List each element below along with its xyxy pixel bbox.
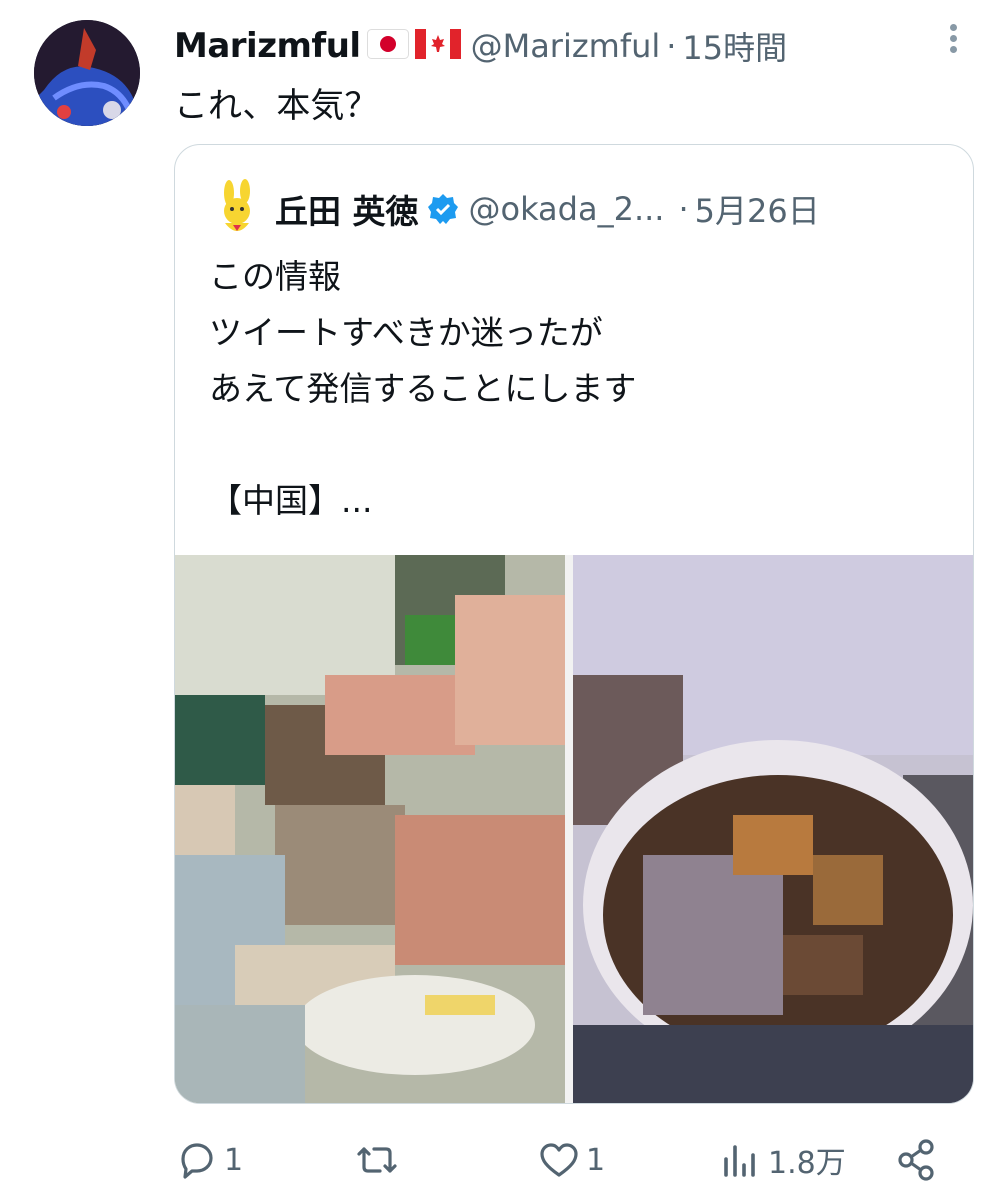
quoted-author-handle[interactable]: @okada_2...	[469, 190, 665, 228]
reply-icon	[181, 1143, 213, 1179]
quoted-text-line	[209, 417, 949, 473]
media-image-right[interactable]	[573, 555, 973, 1103]
action-bar: 1 1 1.8万	[174, 1130, 974, 1190]
quoted-author-avatar[interactable]	[215, 179, 261, 239]
media-image-left[interactable]	[175, 555, 565, 1103]
author-handle[interactable]: @Marizmful	[471, 27, 661, 65]
quoted-text-line: ツイートすべきか迷ったが	[209, 313, 603, 352]
quoted-date[interactable]: 5月26日	[695, 186, 820, 232]
tweet-time[interactable]: 15時間	[682, 23, 787, 69]
retweet-button[interactable]	[354, 1130, 404, 1190]
quoted-tweet-header: 丘田 英徳 @okada_2... · 5月26日	[215, 179, 820, 239]
reply-count: 1	[224, 1142, 244, 1178]
quoted-tweet[interactable]: 丘田 英徳 @okada_2... · 5月26日 この情報 ツイートすべきか迷…	[174, 144, 974, 1104]
media-divider	[565, 555, 573, 1103]
reply-button[interactable]: 1	[174, 1130, 243, 1190]
verified-badge-icon	[427, 193, 459, 225]
author-avatar[interactable]	[34, 20, 140, 126]
canada-flag-icon	[414, 29, 461, 63]
share-icon	[898, 1139, 934, 1181]
quoted-text-line: あえて発信することにします	[209, 369, 637, 408]
quoted-text-line: 【中国】...	[209, 481, 373, 520]
views-button[interactable]: 1.8万	[718, 1130, 846, 1190]
quoted-tweet-text: この情報 ツイートすべきか迷ったが あえて発信することにします 【中国】...	[209, 249, 949, 529]
tweet-header: Marizmful @Marizmful · 15時間	[174, 22, 787, 70]
author-name[interactable]: Marizmful	[174, 26, 361, 66]
like-button[interactable]: 1	[536, 1130, 605, 1190]
quoted-text-line: この情報	[209, 257, 341, 296]
views-count: 1.8万	[768, 1146, 846, 1181]
like-count: 1	[586, 1142, 606, 1178]
quoted-media[interactable]	[175, 555, 973, 1103]
more-vertical-icon[interactable]	[940, 20, 966, 60]
heart-icon	[540, 1143, 578, 1177]
views-icon	[724, 1145, 755, 1177]
retweet-icon	[357, 1147, 397, 1173]
tweet-text: これ、本気？	[174, 86, 379, 126]
quoted-header-separator: ·	[678, 190, 689, 228]
quoted-author-name[interactable]: 丘田 英徳	[275, 185, 419, 233]
header-separator: ·	[666, 27, 677, 65]
share-button[interactable]	[894, 1130, 940, 1190]
japan-flag-icon	[366, 29, 409, 63]
